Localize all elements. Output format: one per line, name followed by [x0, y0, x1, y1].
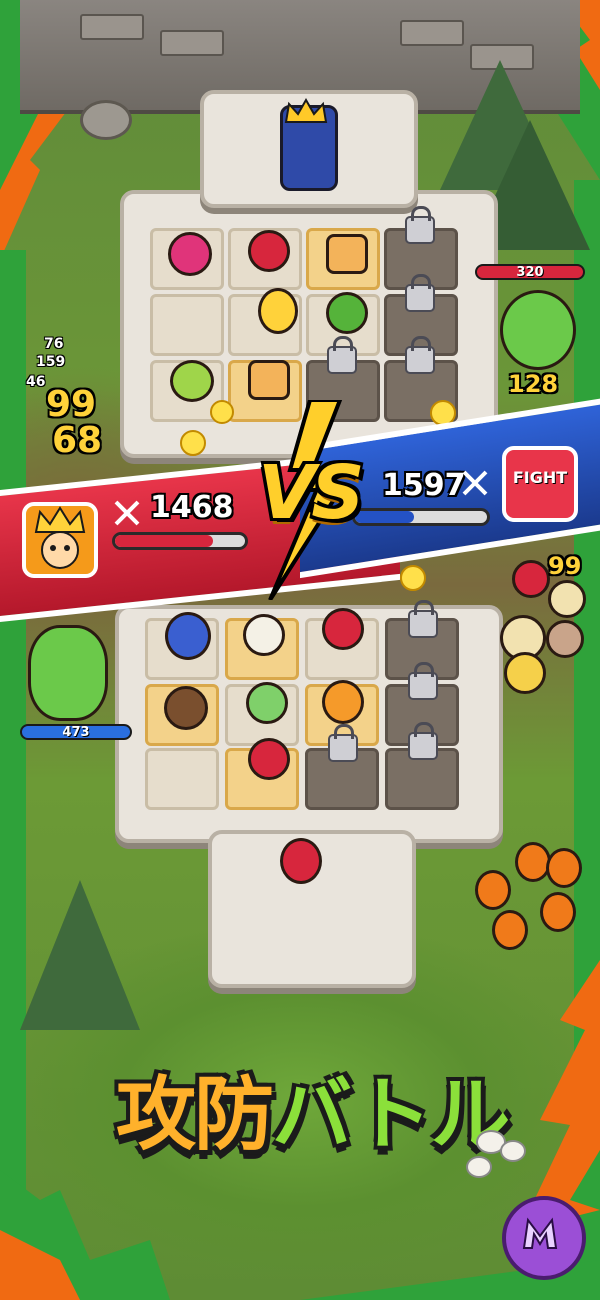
app-logo-icon[interactable] — [502, 1196, 586, 1280]
enemy-attacker[interactable] — [512, 560, 550, 598]
player-unit[interactable] — [248, 738, 290, 780]
enemy-unit[interactable] — [168, 232, 212, 276]
vs-label: VS — [258, 450, 365, 536]
title-part-orange: 攻防 — [116, 1068, 274, 1161]
lock-icon — [408, 600, 438, 638]
sword-icon — [114, 500, 140, 526]
enemy-attacker[interactable] — [546, 620, 584, 658]
pine-tree — [20, 880, 140, 1030]
sword-icon — [462, 470, 488, 496]
player-unit[interactable] — [322, 608, 364, 650]
carrot-unit[interactable] — [540, 892, 576, 932]
enemy-badge-label: FIGHT — [512, 468, 568, 487]
stone — [466, 1156, 492, 1178]
projectile — [180, 430, 206, 456]
lock-icon — [405, 274, 435, 312]
player-grid-tile[interactable] — [145, 748, 219, 810]
player-unit[interactable] — [164, 686, 208, 730]
game-title: 攻防バトル — [116, 1050, 510, 1166]
damage-number: 128 — [508, 370, 559, 398]
lock-icon — [408, 662, 438, 700]
player-avatar[interactable] — [22, 502, 98, 578]
rock — [80, 100, 132, 140]
carrot-unit[interactable] — [492, 910, 528, 950]
enemy-grid-tile[interactable] — [150, 294, 224, 356]
ally-dino-unit[interactable] — [28, 625, 108, 721]
player-unit-wizard[interactable] — [165, 612, 211, 660]
lock-icon — [405, 336, 435, 374]
enemy-unit[interactable] — [326, 292, 368, 334]
ally-hp-value: 473 — [62, 725, 90, 740]
wall-brick — [160, 30, 224, 56]
player-health-bar — [112, 532, 248, 550]
damage-number: 46 — [26, 374, 46, 390]
enemy-unit[interactable] — [258, 288, 298, 334]
player-unit[interactable] — [243, 614, 285, 656]
king-avatar-icon — [34, 506, 86, 569]
enemy-avatar[interactable]: FIGHT — [502, 446, 578, 522]
player-unit[interactable] — [246, 682, 288, 724]
lock-icon — [408, 722, 438, 760]
enemy-plant-monster[interactable] — [500, 290, 576, 370]
stone — [500, 1140, 526, 1162]
lock-icon — [405, 206, 435, 244]
carrot-unit[interactable] — [475, 870, 511, 910]
ally-health-bar: 473 — [20, 724, 132, 740]
wall-brick — [80, 14, 144, 40]
player-unit[interactable] — [322, 680, 364, 724]
projectile — [400, 565, 426, 591]
carrot-unit[interactable] — [546, 848, 582, 888]
enemy-king-throne — [280, 98, 338, 191]
enemy-power-value: 1597 — [382, 468, 466, 503]
enemy-unit[interactable] — [248, 230, 290, 272]
app-logo-glyph — [522, 1217, 558, 1249]
enemy-attacker[interactable] — [548, 580, 586, 618]
enemy-hp-value: 320 — [516, 265, 544, 280]
lock-icon — [328, 724, 358, 762]
enemy-unit-bread[interactable] — [248, 360, 290, 400]
wall-brick — [400, 20, 464, 46]
lock-icon — [327, 336, 357, 374]
enemy-unit-bread[interactable] — [326, 234, 368, 274]
title-part-green: バトル — [272, 1068, 510, 1161]
enemy-attacker[interactable] — [504, 652, 546, 694]
player-power-value: 1468 — [150, 490, 234, 525]
player-commander[interactable] — [280, 838, 322, 884]
damage-number: 99 — [548, 552, 582, 580]
game-screen: 320 128 76 159 46 99 68 473 99 1468 1597… — [0, 0, 600, 1300]
crown-icon — [284, 98, 328, 123]
enemy-unit[interactable] — [170, 360, 214, 402]
player-health-fill — [115, 535, 213, 547]
frame-left-edge — [0, 250, 26, 1300]
damage-number: 99 — [46, 384, 97, 425]
enemy-health-bar: 320 — [475, 264, 585, 280]
damage-number: 76 — [44, 336, 64, 352]
damage-number: 68 — [52, 420, 103, 461]
damage-number: 159 — [36, 354, 66, 370]
